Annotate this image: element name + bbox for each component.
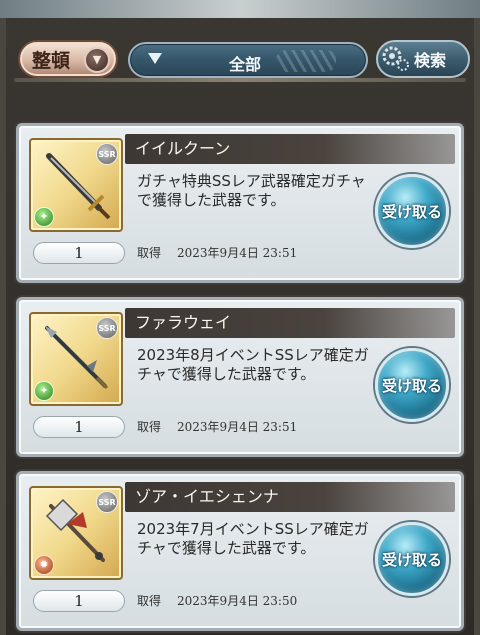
toolbar-divider <box>14 78 466 82</box>
quantity-badge: 1 <box>33 416 125 438</box>
quantity-badge: 1 <box>33 590 125 612</box>
obtained-date: 2023年9月4日 23:51 <box>177 420 298 434</box>
receive-button[interactable]: 受け取る <box>375 522 449 596</box>
item-description: 2023年8月イベントSSレア確定ガチャで獲得した武器です。 <box>137 346 369 383</box>
sort-button[interactable]: 整頓 ▼ <box>18 40 118 78</box>
filter-ornament <box>276 50 336 72</box>
obtained-label: 取得 <box>137 420 162 434</box>
wind-element-icon: ✦ <box>34 207 54 227</box>
search-button[interactable]: 検索 <box>376 40 470 78</box>
obtained-label: 取得 <box>137 246 162 260</box>
list-item: SSR ✹ ゾア・イエシェンナ 2023年7月イベントSSレア確定ガチャで獲得し… <box>16 471 464 631</box>
rarity-badge: SSR <box>96 491 118 513</box>
obtained-info: 取得 2023年9月4日 23:50 <box>137 592 297 609</box>
obtained-date: 2023年9月4日 23:50 <box>177 594 298 608</box>
receive-button[interactable]: 受け取る <box>375 348 449 422</box>
filter-dropdown[interactable]: 全部 <box>128 42 368 78</box>
list-item: SSR ✦ イイルクーン ガチャ特典SSレア武器確定ガチャで獲得した武器です。 … <box>16 123 464 283</box>
toolbar: 整頓 ▼ 全部 検索 <box>10 22 470 78</box>
wind-element-icon: ✦ <box>34 381 54 401</box>
item-name: ファラウェイ <box>125 308 455 338</box>
obtained-label: 取得 <box>137 594 162 608</box>
obtained-date: 2023年9月4日 23:51 <box>177 246 298 260</box>
receive-button[interactable]: 受け取る <box>375 174 449 248</box>
top-strip <box>0 0 480 18</box>
item-description: 2023年7月イベントSSレア確定ガチャで獲得した武器です。 <box>137 520 369 557</box>
rarity-badge: SSR <box>96 317 118 339</box>
obtained-info: 取得 2023年9月4日 23:51 <box>137 418 297 435</box>
sort-label: 整頓 <box>32 49 71 72</box>
weapon-thumbnail[interactable]: SSR ✹ <box>29 486 123 580</box>
search-label: 検索 <box>413 51 446 70</box>
obtained-info: 取得 2023年9月4日 23:51 <box>137 244 297 261</box>
quantity-badge: 1 <box>33 242 125 264</box>
weapon-thumbnail[interactable]: SSR ✦ <box>29 138 123 232</box>
list-item: SSR ✦ ファラウェイ 2023年8月イベントSSレア確定ガチャで獲得した武器… <box>16 297 464 457</box>
fire-element-icon: ✹ <box>34 555 54 575</box>
sort-chevron-icon: ▼ <box>84 47 110 73</box>
item-description: ガチャ特典SSレア武器確定ガチャで獲得した武器です。 <box>137 172 366 209</box>
item-name: ゾア・イエシェンナ <box>125 482 455 512</box>
item-name: イイルクーン <box>125 134 455 164</box>
weapon-thumbnail[interactable]: SSR ✦ <box>29 312 123 406</box>
gear-search-icon <box>382 46 409 71</box>
rarity-badge: SSR <box>96 143 118 165</box>
